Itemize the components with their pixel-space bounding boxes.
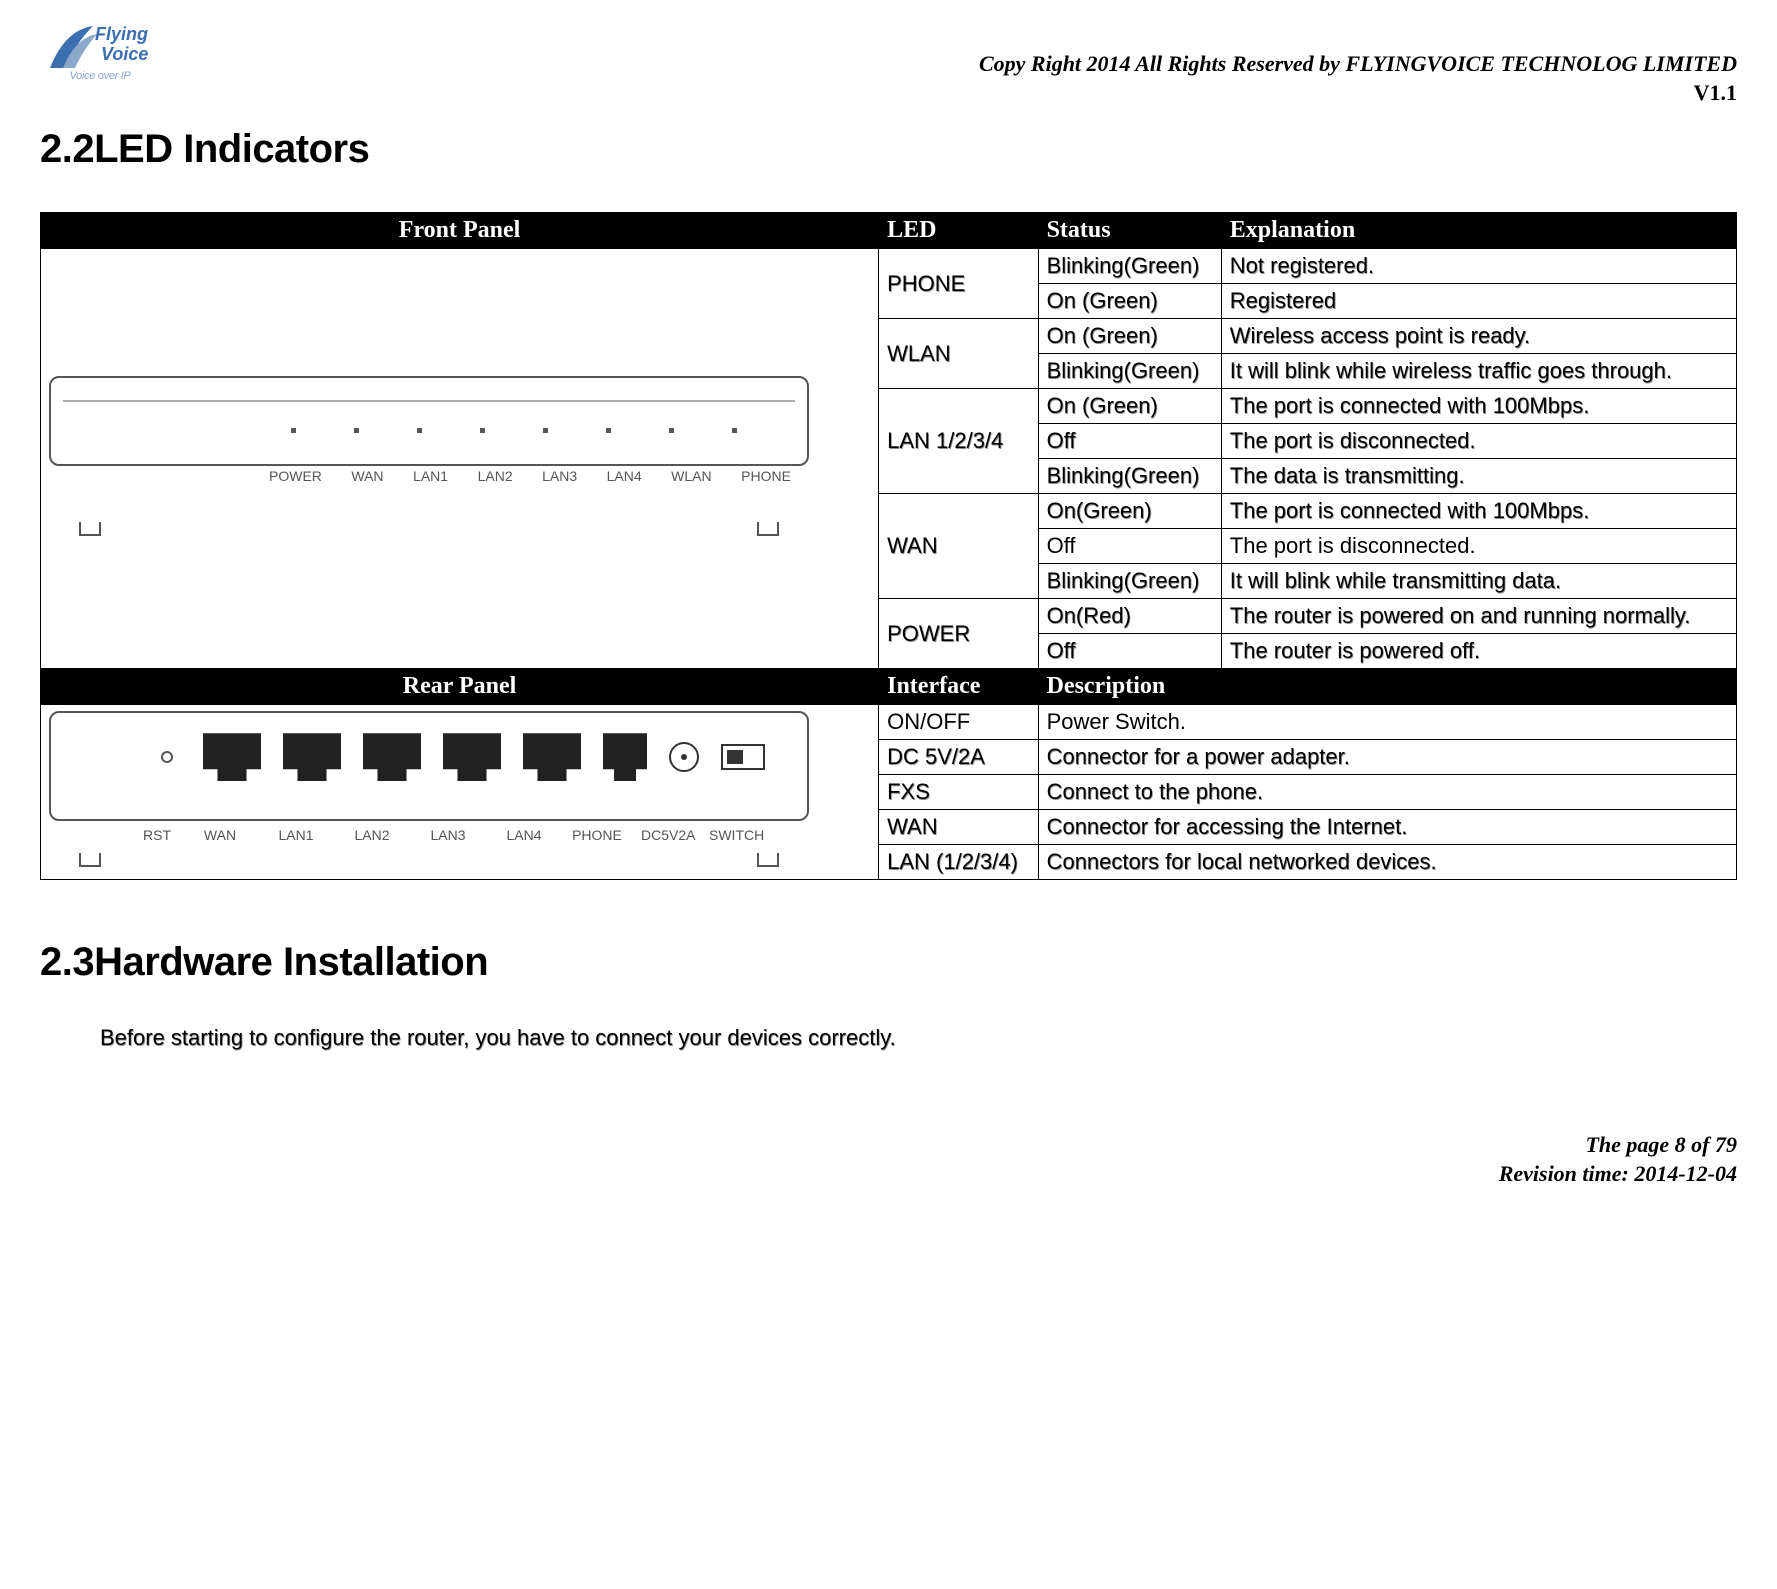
front-label: WAN bbox=[351, 468, 383, 484]
led-indicators-table: Front Panel LED Status Explanation POWER… bbox=[40, 212, 1737, 880]
rear-label: SWITCH bbox=[709, 827, 759, 843]
expl-cell: It will blink while transmitting data. bbox=[1221, 564, 1736, 599]
iface-cell: DC 5V/2A bbox=[879, 740, 1038, 775]
front-label: LAN1 bbox=[413, 468, 448, 484]
version-text: V1.1 bbox=[979, 79, 1737, 108]
led-wlan: WLAN bbox=[879, 319, 1038, 389]
col-interface: Interface bbox=[879, 669, 1038, 705]
front-panel-header-row: Front Panel LED Status Explanation bbox=[41, 213, 1737, 249]
front-label: POWER bbox=[269, 468, 322, 484]
led-power: POWER bbox=[879, 599, 1038, 669]
front-label: PHONE bbox=[741, 468, 791, 484]
flyingvoice-logo-icon: Flying Voice bbox=[45, 20, 155, 70]
rear-label: WAN bbox=[191, 827, 249, 843]
iface-cell: WAN bbox=[879, 810, 1038, 845]
port-rst-icon bbox=[161, 751, 173, 763]
footer-revision: Revision time: 2014-12-04 bbox=[40, 1160, 1737, 1189]
iface-cell: ON/OFF bbox=[879, 705, 1038, 740]
expl-cell: It will blink while wireless traffic goe… bbox=[1221, 354, 1736, 389]
expl-cell: Not registered. bbox=[1221, 249, 1736, 284]
iface-cell: LAN (1/2/3/4) bbox=[879, 845, 1038, 880]
section-led-indicators-title: 2.2LED Indicators bbox=[40, 127, 1737, 172]
col-explanation: Explanation bbox=[1221, 213, 1736, 249]
expl-cell: The router is powered off. bbox=[1221, 634, 1736, 669]
front-label: LAN3 bbox=[542, 468, 577, 484]
status-cell: On (Green) bbox=[1038, 284, 1221, 319]
desc-cell: Connector for accessing the Internet. bbox=[1038, 810, 1736, 845]
port-wan-icon bbox=[203, 733, 261, 781]
copyright-text: Copy Right 2014 All Rights Reserved by F… bbox=[979, 50, 1737, 79]
front-panel-image-cell: POWER WAN LAN1 LAN2 LAN3 LAN4 WLAN PHONE bbox=[41, 249, 879, 669]
front-label: LAN2 bbox=[478, 468, 513, 484]
status-cell: On (Green) bbox=[1038, 389, 1221, 424]
expl-cell: The data is transmitting. bbox=[1221, 459, 1736, 494]
status-cell: Off bbox=[1038, 424, 1221, 459]
page-footer: The page 8 of 79 Revision time: 2014-12-… bbox=[40, 1131, 1737, 1188]
page-header: Flying Voice Voice over IP Copy Right 20… bbox=[40, 20, 1737, 107]
expl-cell: The port is disconnected. bbox=[1221, 424, 1736, 459]
port-lan1-icon bbox=[283, 733, 341, 781]
port-lan2-icon bbox=[363, 733, 421, 781]
col-rear-panel: Rear Panel bbox=[41, 669, 879, 705]
desc-cell: Connectors for local networked devices. bbox=[1038, 845, 1736, 880]
rear-label: LAN3 bbox=[419, 827, 477, 843]
led-wan: WAN bbox=[879, 494, 1038, 599]
status-cell: Off bbox=[1038, 634, 1221, 669]
desc-cell: Connect to the phone. bbox=[1038, 775, 1736, 810]
rear-label: PHONE bbox=[571, 827, 623, 843]
port-lan3-icon bbox=[443, 733, 501, 781]
port-dc-icon bbox=[669, 742, 699, 772]
led-lan: LAN 1/2/3/4 bbox=[879, 389, 1038, 494]
col-led: LED bbox=[879, 213, 1038, 249]
logo: Flying Voice Voice over IP bbox=[40, 20, 160, 82]
rear-label: RST bbox=[141, 827, 173, 843]
col-front-panel: Front Panel bbox=[41, 213, 879, 249]
status-cell: On(Green) bbox=[1038, 494, 1221, 529]
expl-cell: Wireless access point is ready. bbox=[1221, 319, 1736, 354]
section-hardware-installation-title: 2.3Hardware Installation bbox=[40, 940, 1737, 985]
status-cell: Blinking(Green) bbox=[1038, 564, 1221, 599]
expl-cell: The port is connected with 100Mbps. bbox=[1221, 389, 1736, 424]
expl-cell: The port is disconnected. bbox=[1221, 529, 1736, 564]
front-label: WLAN bbox=[671, 468, 711, 484]
hardware-intro-text: Before starting to configure the router,… bbox=[100, 1025, 1737, 1051]
status-cell: Blinking(Green) bbox=[1038, 459, 1221, 494]
table-row: RST WAN LAN1 LAN2 LAN3 LAN4 PHONE DC5V2A… bbox=[41, 705, 1737, 740]
port-switch-icon bbox=[721, 744, 765, 770]
status-cell: Blinking(Green) bbox=[1038, 249, 1221, 284]
led-phone: PHONE bbox=[879, 249, 1038, 319]
port-lan4-icon bbox=[523, 733, 581, 781]
rear-label: LAN2 bbox=[343, 827, 401, 843]
table-row: POWER WAN LAN1 LAN2 LAN3 LAN4 WLAN PHONE… bbox=[41, 249, 1737, 284]
rear-panel-illustration: RST WAN LAN1 LAN2 LAN3 LAN4 PHONE DC5V2A… bbox=[49, 711, 809, 867]
desc-cell: Connector for a power adapter. bbox=[1038, 740, 1736, 775]
rear-panel-header-row: Rear Panel Interface Description bbox=[41, 669, 1737, 705]
status-cell: On (Green) bbox=[1038, 319, 1221, 354]
front-panel-illustration: POWER WAN LAN1 LAN2 LAN3 LAN4 WLAN PHONE bbox=[49, 376, 809, 536]
logo-tagline: Voice over IP bbox=[69, 70, 130, 82]
rear-label: DC5V2A bbox=[641, 827, 691, 843]
col-description: Description bbox=[1038, 669, 1736, 705]
status-cell: Blinking(Green) bbox=[1038, 354, 1221, 389]
svg-text:Flying: Flying bbox=[95, 24, 148, 44]
port-phone-icon bbox=[603, 733, 647, 781]
footer-page-number: The page 8 of 79 bbox=[40, 1131, 1737, 1160]
status-cell: Off bbox=[1038, 529, 1221, 564]
desc-cell: Power Switch. bbox=[1038, 705, 1736, 740]
front-label: LAN4 bbox=[607, 468, 642, 484]
copyright-block: Copy Right 2014 All Rights Reserved by F… bbox=[979, 50, 1737, 107]
status-cell: On(Red) bbox=[1038, 599, 1221, 634]
svg-text:Voice: Voice bbox=[101, 44, 148, 64]
col-status: Status bbox=[1038, 213, 1221, 249]
expl-cell: The router is powered on and running nor… bbox=[1221, 599, 1736, 634]
expl-cell: Registered bbox=[1221, 284, 1736, 319]
iface-cell: FXS bbox=[879, 775, 1038, 810]
rear-label: LAN4 bbox=[495, 827, 553, 843]
rear-label: LAN1 bbox=[267, 827, 325, 843]
expl-cell: The port is connected with 100Mbps. bbox=[1221, 494, 1736, 529]
rear-panel-image-cell: RST WAN LAN1 LAN2 LAN3 LAN4 PHONE DC5V2A… bbox=[41, 705, 879, 880]
